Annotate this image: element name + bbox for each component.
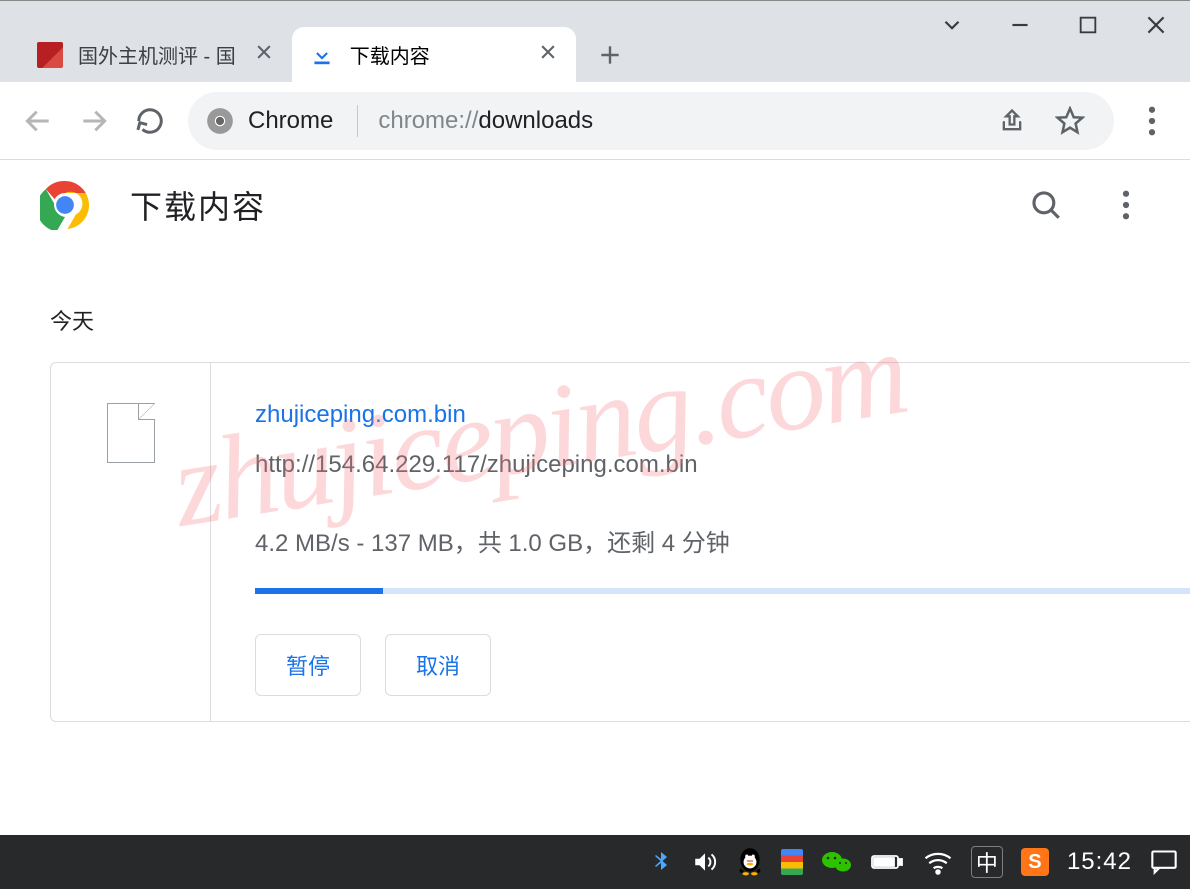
downloads-page: zhujiceping.com 下载内容 今天 [0,160,1190,835]
section-today-label: 今天 [50,304,1190,336]
tab-strip: 国外主机测评 - 国 下载内容 [0,27,634,82]
ime-indicator[interactable]: 中 [971,846,1003,878]
favicon-site-icon [36,41,64,69]
action-center-icon[interactable] [1150,846,1178,878]
download-filename[interactable]: zhujiceping.com.bin [255,401,1190,429]
browser-toolbar: Chrome chrome://downloads [0,82,1190,160]
forward-button[interactable] [68,95,120,147]
battery-icon[interactable] [871,846,905,878]
separator [357,105,358,137]
omnibox[interactable]: Chrome chrome://downloads [188,92,1114,150]
close-window-button[interactable] [1122,1,1190,49]
cancel-button[interactable]: 取消 [385,634,491,696]
chevron-down-icon[interactable] [918,1,986,49]
omnibox-url: chrome://downloads [378,107,593,135]
maximize-button[interactable] [1054,1,1122,49]
download-progress-bar [255,588,1190,594]
download-url[interactable]: http://154.64.229.117/zhujiceping.com.bi… [255,451,1190,479]
share-icon[interactable] [986,95,1038,147]
new-tab-button[interactable] [586,31,634,79]
download-icon [308,41,336,69]
qq-icon[interactable] [737,847,763,877]
file-icon-column [51,363,211,721]
download-body: zhujiceping.com.bin http://154.64.229.11… [211,363,1190,721]
pause-button[interactable]: 暂停 [255,634,361,696]
chrome-menu-button[interactable] [1126,95,1178,147]
clock[interactable]: 15:42 [1067,846,1132,878]
sogou-ime-icon[interactable]: S [1021,848,1049,876]
tab-title: 国外主机测评 - 国 [78,40,236,69]
file-icon [107,403,155,463]
volume-icon[interactable] [691,846,719,878]
tab-title: 下载内容 [350,40,520,69]
chrome-logo-icon [40,180,90,230]
wechat-icon[interactable] [821,846,853,878]
app-tile-icon[interactable] [781,846,803,878]
window-controls [918,1,1190,49]
chrome-icon [206,107,234,135]
page-header: 下载内容 [0,160,1190,244]
tab-active-downloads[interactable]: 下载内容 [292,27,576,82]
progress-fill [255,588,383,594]
search-icon[interactable] [1026,185,1066,225]
tab-inactive-0[interactable]: 国外主机测评 - 国 [20,27,292,82]
more-menu-icon[interactable] [1106,185,1146,225]
wifi-icon[interactable] [923,846,953,878]
close-tab-icon[interactable] [534,38,562,71]
download-card: zhujiceping.com.bin http://154.64.229.11… [50,362,1190,722]
close-tab-icon[interactable] [250,38,278,71]
page-title: 下载内容 [130,182,266,228]
minimize-button[interactable] [986,1,1054,49]
bluetooth-icon[interactable] [649,846,673,878]
reload-button[interactable] [124,95,176,147]
omnibox-label: Chrome [248,107,333,135]
download-status: 4.2 MB/s - 137 MB，共 1.0 GB，还剩 4 分钟 [255,523,1190,558]
browser-titlebar: 国外主机测评 - 国 下载内容 [0,0,1190,82]
bookmark-star-icon[interactable] [1044,95,1096,147]
back-button[interactable] [12,95,64,147]
windows-taskbar: 中 S 15:42 [0,835,1190,889]
system-tray: 中 S 15:42 [649,846,1178,878]
